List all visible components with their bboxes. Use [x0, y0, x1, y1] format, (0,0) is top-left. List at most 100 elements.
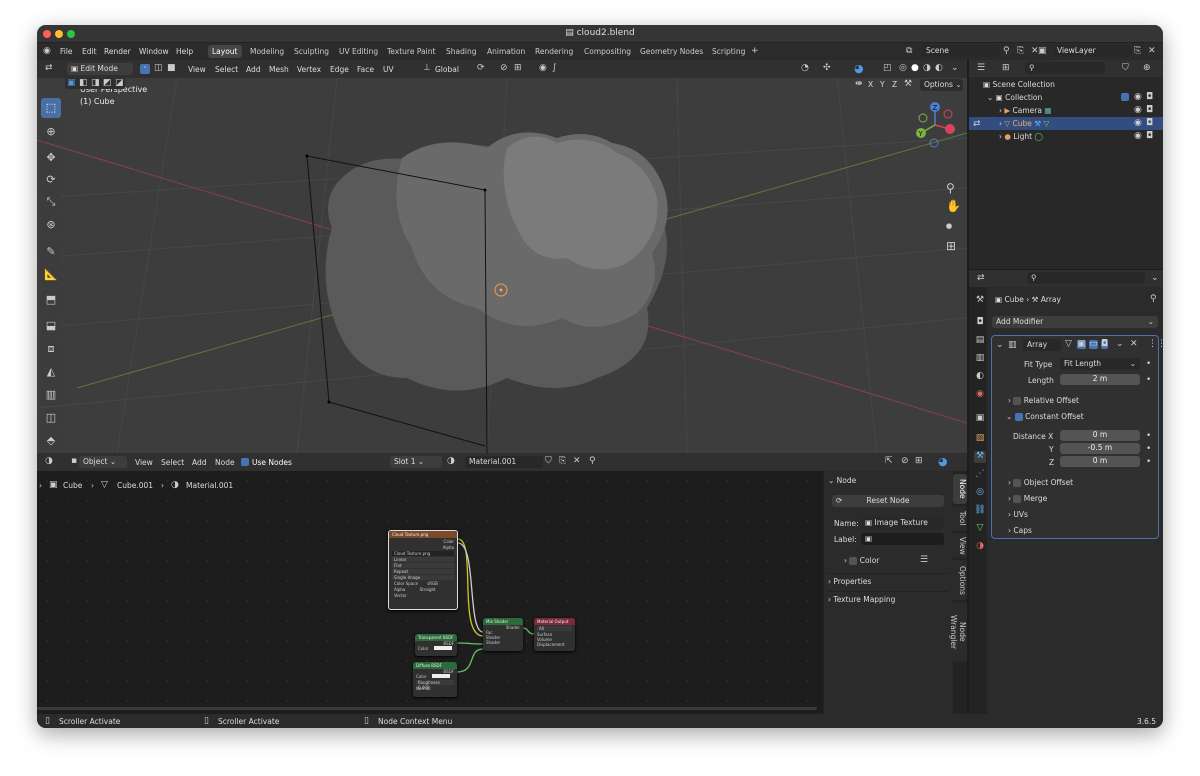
- diffuse-color[interactable]: Color: [413, 674, 457, 679]
- mirror-icon[interactable]: ⇼: [855, 80, 863, 89]
- delete-modifier-icon[interactable]: ✕: [1130, 340, 1138, 349]
- camera-render-icon[interactable]: ◘: [1146, 106, 1153, 115]
- tool-bevel[interactable]: ◭: [41, 362, 61, 382]
- image-projection[interactable]: Flat: [392, 563, 454, 568]
- navigation-gizmo[interactable]: Z Y: [910, 98, 960, 156]
- output-tab-icon[interactable]: ▤: [974, 335, 986, 347]
- viewport-menu-edge[interactable]: Edge: [330, 65, 349, 74]
- select-intersect-icon[interactable]: ◪: [115, 79, 124, 88]
- viewport-3d[interactable]: User Perspective (1) Cube ▣ ◧ ◨ ◩ ◪ ⇼ X …: [37, 78, 967, 453]
- tool-measure[interactable]: 📐: [41, 265, 61, 285]
- fit-type-dropdown[interactable]: Fit Length ⌄: [1060, 358, 1140, 370]
- collapse-chevron-icon[interactable]: ⌄: [996, 341, 1004, 350]
- shading-material-icon[interactable]: ◑: [923, 64, 931, 73]
- color-row[interactable]: › Color: [844, 556, 879, 565]
- overlays-icon[interactable]: ◕: [854, 63, 864, 74]
- tab-node-wrangler[interactable]: Node Wrangler: [949, 602, 967, 662]
- tool-transform[interactable]: ⊛: [41, 215, 61, 235]
- reset-node-button[interactable]: ⟳ Reset Node: [832, 495, 944, 507]
- unlink-material-icon[interactable]: ✕: [573, 457, 581, 466]
- tool-scale[interactable]: ⤡: [41, 192, 61, 212]
- properties-section[interactable]: › Properties: [828, 573, 948, 586]
- modifier-menu-icon[interactable]: ⌄: [1116, 340, 1124, 349]
- add-workspace-icon[interactable]: +: [751, 47, 759, 56]
- tool-cursor[interactable]: ⊕: [41, 122, 61, 142]
- drag-handle-icon[interactable]: ⋮⋮: [1148, 340, 1163, 349]
- outliner-camera[interactable]: › ▶ Camera ▦: [999, 106, 1051, 115]
- pin-icon[interactable]: ⚲: [1003, 47, 1010, 56]
- use-nodes-checkbox[interactable]: [241, 458, 249, 466]
- tool-extrude[interactable]: ⬓: [41, 316, 61, 336]
- falloff-icon[interactable]: ∫: [552, 64, 557, 73]
- select-subtract-icon[interactable]: ◨: [91, 79, 100, 88]
- duplicate-material-icon[interactable]: ⎘: [559, 457, 566, 466]
- transparent-color[interactable]: Color: [415, 646, 457, 651]
- diffuse-roughness[interactable]: Roughness 0.000: [416, 680, 454, 690]
- snap-node-icon[interactable]: ⊘: [901, 457, 909, 466]
- modifier-name-field[interactable]: Array: [1023, 339, 1061, 351]
- mirror-axis-z[interactable]: Z: [892, 80, 897, 89]
- options-dropdown[interactable]: Options ⌄: [920, 79, 963, 91]
- particles-tab-icon[interactable]: ⋰: [974, 469, 986, 481]
- shading-wireframe-icon[interactable]: ◎: [899, 64, 907, 73]
- tab-geometry-nodes[interactable]: Geometry Nodes: [636, 45, 707, 58]
- filter-icon[interactable]: ⛉: [1122, 64, 1129, 73]
- tool-move[interactable]: ✥: [41, 148, 61, 168]
- world-tab-icon[interactable]: ◉: [974, 389, 986, 401]
- eye-icon[interactable]: ◉: [1134, 119, 1142, 128]
- face-select-icon[interactable]: ■: [167, 64, 176, 73]
- fake-user-icon[interactable]: ⛉: [545, 457, 552, 466]
- render-tab-icon[interactable]: ◘: [974, 317, 986, 329]
- viewport-menu-vertex[interactable]: Vertex: [297, 65, 321, 74]
- tool-loop-cut[interactable]: ▥: [41, 385, 61, 405]
- editor-type-icon[interactable]: ⇄: [45, 64, 53, 73]
- menu-help[interactable]: Help: [176, 47, 193, 56]
- new-collection-icon[interactable]: ⊕: [1143, 64, 1151, 73]
- menu-file[interactable]: File: [60, 47, 73, 56]
- node-label-field[interactable]: ▣: [861, 533, 944, 545]
- tab-view[interactable]: View: [953, 533, 967, 558]
- shader-type-dropdown[interactable]: Object ⌄: [79, 456, 127, 468]
- tool-select[interactable]: ⬚: [41, 98, 61, 118]
- constant-offset-row[interactable]: ⌄ Constant Offset: [1006, 412, 1084, 421]
- blender-logo-icon[interactable]: ◉: [43, 47, 51, 56]
- snap-target-icon[interactable]: ⊞: [514, 64, 522, 73]
- node-name-field[interactable]: ▣ Image Texture: [861, 517, 944, 529]
- outliner-cube[interactable]: › ▽ Cube ⚒ ▽: [999, 119, 1049, 128]
- xray-icon[interactable]: ◰: [883, 64, 892, 73]
- select-extend-icon[interactable]: ◧: [79, 79, 88, 88]
- proportional-edit-icon[interactable]: ◉: [539, 64, 547, 73]
- tool-poly-build[interactable]: ⬘: [41, 431, 61, 451]
- display-mode-icon[interactable]: ⊞: [1002, 64, 1010, 73]
- camera-render-icon[interactable]: ◘: [1146, 119, 1153, 128]
- material-icon[interactable]: ◑: [447, 457, 455, 466]
- shading-solid-icon[interactable]: ●: [911, 64, 919, 73]
- tool-inset[interactable]: ⧈: [41, 339, 61, 359]
- slot-dropdown[interactable]: Slot 1 ⌄: [390, 456, 442, 468]
- snap-mode-icon[interactable]: ⊞: [915, 457, 923, 466]
- node-overlays-icon[interactable]: ◕: [938, 456, 948, 467]
- object-tab-icon[interactable]: ▧: [974, 433, 986, 445]
- vertex-select-icon[interactable]: ·: [140, 64, 150, 74]
- viewport-menu-uv[interactable]: UV: [383, 65, 394, 74]
- node-mix-shader[interactable]: Mix Shader Shader Fac Shader Shader: [483, 618, 523, 651]
- image-extension[interactable]: Repeat: [392, 569, 454, 574]
- image-file-field[interactable]: Cloud Texture.png: [392, 551, 454, 556]
- relative-offset-row[interactable]: › Relative Offset: [1008, 396, 1079, 405]
- properties-search[interactable]: ⚲: [1027, 272, 1145, 284]
- keyframe-dot-icon[interactable]: •: [1146, 360, 1151, 369]
- keyframe-dot-icon[interactable]: •: [1146, 376, 1151, 385]
- viewport-display-icon[interactable]: ▭: [1089, 340, 1098, 349]
- select-box-icon[interactable]: ▣: [67, 79, 76, 88]
- image-alpha-mode[interactable]: Alpha Straight: [392, 587, 454, 592]
- render-display-icon[interactable]: ◘: [1101, 340, 1109, 349]
- material-tab-icon[interactable]: ◑: [974, 541, 986, 553]
- output-target[interactable]: All: [537, 626, 572, 631]
- camera-render-icon[interactable]: ◘: [1146, 132, 1153, 141]
- node-transparent-bsdf[interactable]: Transparent BSDF BSDF Color: [415, 634, 457, 656]
- mode-selector[interactable]: ▣ Edit Mode: [67, 63, 133, 75]
- material-field[interactable]: Material.001: [465, 456, 543, 468]
- delete-view-layer-icon[interactable]: ✕: [1148, 47, 1156, 56]
- mirror-axis-y[interactable]: Y: [880, 80, 885, 89]
- tool-tab-icon[interactable]: ⚒: [974, 295, 986, 307]
